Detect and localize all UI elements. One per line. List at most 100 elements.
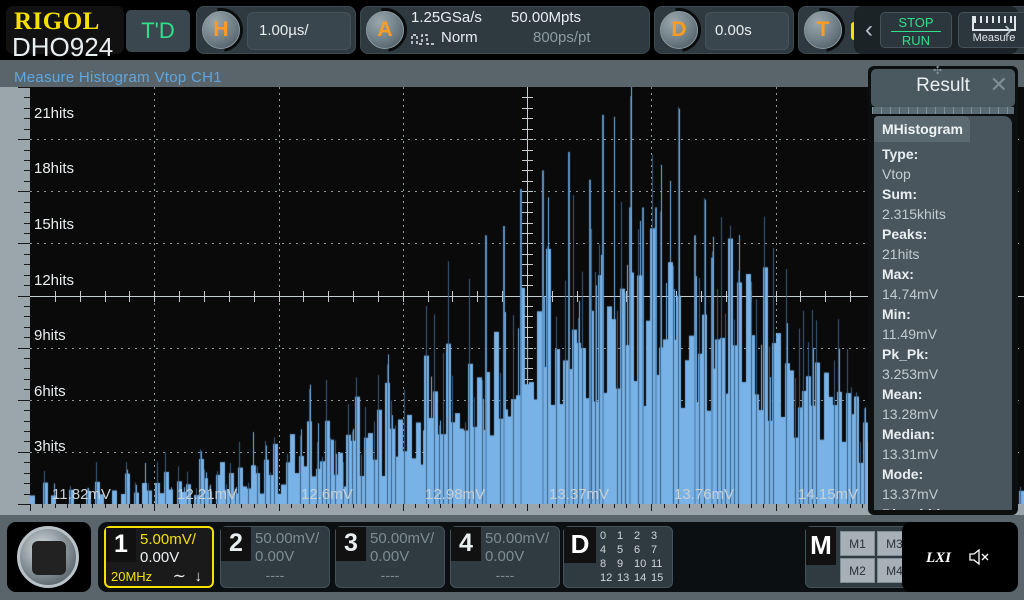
stop-run-divider (891, 31, 941, 32)
y-tick (24, 181, 30, 182)
x-tick (365, 504, 366, 508)
y-tick (18, 87, 30, 88)
x-tick (341, 504, 342, 508)
x-tick (515, 504, 516, 508)
y-tick (24, 108, 30, 109)
y-tick (24, 441, 30, 442)
digital-channel[interactable]: 2 (634, 529, 651, 543)
math-label: M (806, 527, 836, 565)
lxi-status[interactable]: LXI (902, 522, 1018, 592)
result-panel[interactable]: ✣ Result ✕ MHistogram Type: Vtop Sum: 2.315… (868, 65, 1018, 515)
x-tick (825, 504, 826, 508)
acquire-knob-icon[interactable]: A (366, 11, 404, 49)
digital-channel[interactable]: 0 (600, 529, 617, 543)
memory-depth-value: 50.00Mpts (511, 9, 582, 26)
y-tick (24, 223, 30, 224)
stop-run-button[interactable]: STOP RUN (880, 12, 952, 48)
x-tick (639, 504, 640, 508)
math-cell[interactable]: M1 (840, 531, 875, 556)
digital-row: 0123 (600, 529, 670, 543)
digital-channel[interactable]: 3 (651, 529, 668, 543)
x-tick (689, 504, 690, 508)
x-tick (440, 504, 441, 508)
acquire-mode-value: Norm (441, 29, 478, 46)
result-value: 2.315khits (882, 206, 946, 222)
result-key: Peaks: (882, 226, 928, 242)
x-tick (552, 504, 553, 508)
digital-channel[interactable]: 13 (617, 571, 634, 585)
digital-channel[interactable]: 6 (634, 543, 651, 557)
y-tick (24, 202, 30, 203)
digital-channel[interactable]: 10 (634, 557, 651, 571)
digital-channel[interactable]: 8 (600, 557, 617, 571)
channel-2[interactable]: 2 50.00mV/ 0.00V ---- (220, 526, 330, 588)
y-tick (18, 243, 30, 244)
x-tick (465, 504, 466, 508)
channel-3[interactable]: 3 50.00mV/ 0.00V ---- (335, 526, 445, 588)
x-axis-label: 12.6mV (301, 486, 353, 503)
oscilloscope-screen: RIGOL DHO924 T'D H 1.00µs/ A 1.25GSa/s N… (0, 0, 1024, 600)
x-tick (403, 504, 404, 511)
lxi-label: LXI (926, 550, 952, 566)
digital-channel[interactable]: 1 (617, 529, 634, 543)
nav-right-arrow[interactable]: › (996, 10, 1020, 50)
digital-channel[interactable]: 11 (651, 557, 668, 571)
x-tick (254, 504, 255, 508)
digital-channel[interactable]: 5 (617, 543, 634, 557)
channel-1[interactable]: 1 5.00mV/ 0.00V 20MHz ∼ ↓ (104, 526, 214, 588)
nav-left-arrow[interactable]: ‹ (857, 10, 881, 50)
y-tick (18, 452, 30, 453)
y-tick (24, 473, 30, 474)
rigol-gear-icon[interactable] (7, 522, 91, 592)
channel-3-number: 3 (336, 527, 366, 561)
horizontal-scale-value: 1.00µs/ (259, 22, 309, 39)
digital-channel[interactable]: 7 (651, 543, 668, 557)
x-tick (105, 504, 106, 508)
speaker-mute-icon[interactable] (968, 548, 990, 566)
x-tick (676, 504, 677, 508)
x-tick (626, 504, 627, 508)
tab-mhistogram[interactable]: MHistogram (874, 116, 970, 142)
digital-channels[interactable]: D 0 1 2 3 4 5 6 7 8 9 10 11 12 13 14 15 (563, 526, 673, 588)
digital-channel[interactable]: 15 (651, 571, 668, 585)
x-tick (813, 504, 814, 508)
trigger-state-badge[interactable]: T'D (126, 10, 190, 52)
horizontal-knob-icon[interactable]: H (202, 11, 240, 49)
y-tick (24, 316, 30, 317)
digital-channel[interactable]: 9 (617, 557, 634, 571)
math-cell[interactable]: M2 (840, 558, 875, 583)
channel-3-offset: 0.00V (370, 548, 410, 565)
channel-1-number: 1 (106, 528, 136, 562)
y-tick (24, 358, 30, 359)
x-tick (614, 504, 615, 508)
y-tick (18, 504, 30, 505)
delay-value: 0.00s (715, 22, 752, 39)
acquire-group[interactable]: A 1.25GSa/s Norm 50.00Mpts 800ps/pt (354, 0, 650, 61)
x-axis-label: 11.82mV (52, 486, 111, 503)
down-arrow-icon: ↓ (194, 568, 203, 585)
x-axis-label: 12.21mV (177, 486, 238, 503)
x-tick (390, 504, 391, 508)
horizontal-group[interactable]: H 1.00µs/ (190, 0, 356, 61)
x-tick (179, 504, 180, 508)
channel-1-bandwidth: 20MHz (111, 569, 153, 584)
result-key: Type: (882, 146, 919, 162)
delay-group[interactable]: D 0.00s (648, 0, 794, 61)
digital-channel[interactable]: 12 (600, 571, 617, 585)
y-tick (24, 379, 30, 380)
result-value: 13.37mV (882, 486, 939, 502)
digital-channel[interactable]: 14 (634, 571, 651, 585)
x-tick (42, 504, 43, 508)
channel-3-scale: 50.00mV/ (370, 530, 435, 547)
result-panel-header[interactable]: ✣ Result ✕ (871, 65, 1015, 107)
delay-knob-label: D (671, 18, 687, 41)
x-tick (167, 504, 168, 508)
digital-channel[interactable]: 4 (600, 543, 617, 557)
x-tick (303, 504, 304, 508)
trigger-knob-icon[interactable]: T (804, 11, 842, 49)
math-channels[interactable]: M M1 M3 M2 M4 (805, 526, 915, 588)
delay-knob-icon[interactable]: D (660, 11, 698, 49)
close-icon[interactable]: ✕ (990, 74, 1008, 96)
y-tick (24, 160, 30, 161)
channel-4[interactable]: 4 50.00mV/ 0.00V ---- (450, 526, 560, 588)
